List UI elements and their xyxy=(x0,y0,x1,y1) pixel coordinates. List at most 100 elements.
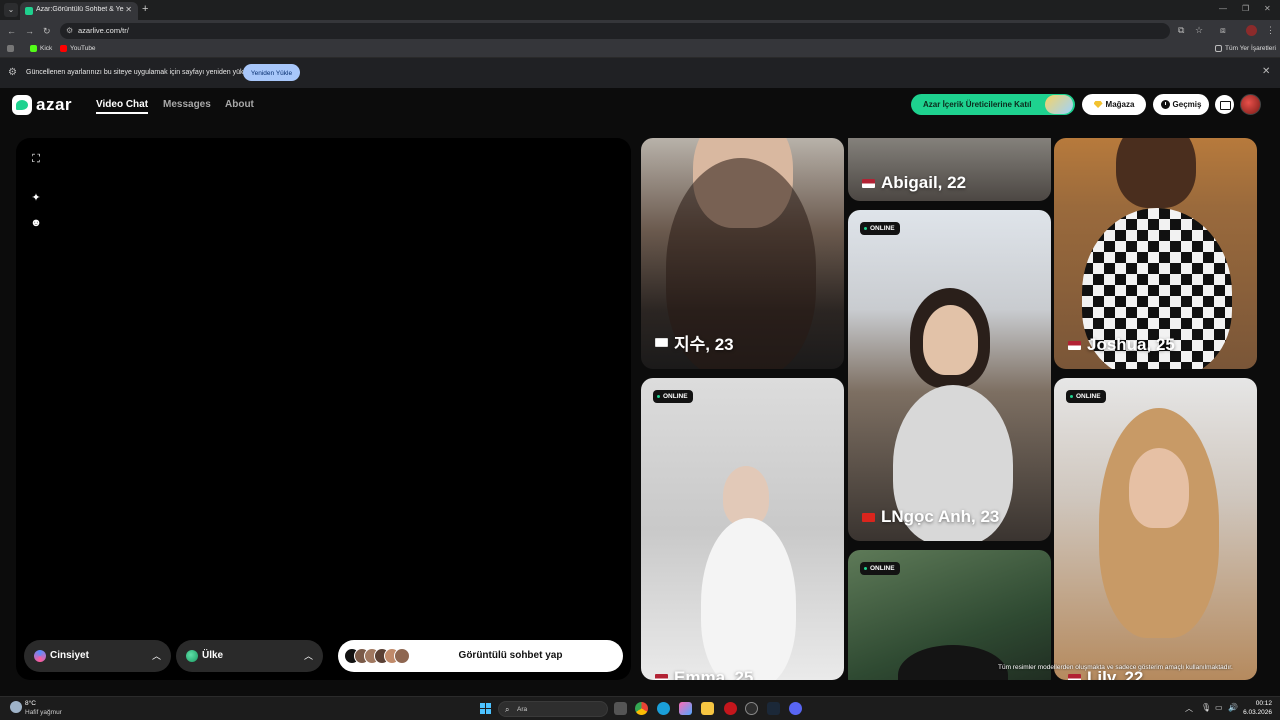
apps-grid-icon[interactable] xyxy=(7,45,14,52)
copilot-icon[interactable] xyxy=(679,702,692,715)
profile-gallery: 지수, 23 ONLINE Emma, 25 Abigail, 22 ONLIN… xyxy=(641,138,1257,680)
file-explorer-icon[interactable] xyxy=(701,702,714,715)
profile-card[interactable]: ONLINE xyxy=(848,550,1051,680)
microphone-icon[interactable]: 🎙 xyxy=(1201,703,1211,712)
bookmark-youtube[interactable]: YouTube xyxy=(60,45,96,52)
online-badge: ONLINE xyxy=(1066,390,1106,403)
site-header: azar Video Chat Messages About Azar İçer… xyxy=(0,88,1280,122)
creator-badge-icon xyxy=(1045,95,1073,114)
gender-filter-dropdown[interactable]: Cinsiyet ︿ xyxy=(24,640,171,672)
profile-card[interactable]: 지수, 23 xyxy=(641,138,844,369)
all-bookmarks[interactable]: Tüm Yer İşaretleri xyxy=(1215,45,1276,52)
extensions-icon[interactable]: ⧈ xyxy=(1220,25,1226,36)
vietnam-flag-icon xyxy=(862,512,875,522)
url-text[interactable]: azarlive.com/tr/ xyxy=(78,26,129,35)
gender-icon xyxy=(34,650,46,662)
folder-icon xyxy=(1215,45,1222,52)
face-filter-icon[interactable]: ☻ xyxy=(30,217,42,229)
history-button[interactable]: Geçmiş xyxy=(1153,94,1209,115)
install-app-icon[interactable]: ⧉ xyxy=(1178,25,1184,36)
kick-icon xyxy=(30,45,37,52)
magic-wand-icon[interactable]: ✦ xyxy=(30,192,42,204)
maximize-icon[interactable]: ❐ xyxy=(1242,4,1249,13)
bookmark-kick[interactable]: Kick xyxy=(30,45,52,52)
windows-start-icon[interactable] xyxy=(480,703,491,714)
korea-flag-icon xyxy=(655,338,668,347)
weather-temp[interactable]: 8°C xyxy=(25,700,36,707)
chevron-up-icon: ︿ xyxy=(303,651,313,661)
globe-icon xyxy=(186,650,198,662)
us-flag-icon xyxy=(655,673,668,680)
tray-chevron-icon[interactable]: ︿ xyxy=(1185,703,1193,714)
forward-icon[interactable]: → xyxy=(25,25,34,37)
volume-icon[interactable]: 🔊 xyxy=(1228,703,1238,712)
nav-video-chat[interactable]: Video Chat xyxy=(96,99,149,114)
settings-gear-icon: ⚙ xyxy=(8,67,17,78)
browser-profile-avatar[interactable] xyxy=(1246,25,1257,36)
tab-close-icon[interactable]: ✕ xyxy=(125,5,132,14)
minimize-icon[interactable]: — xyxy=(1219,4,1227,13)
us-flag-icon xyxy=(1068,340,1081,350)
profile-name: 지수, 23 xyxy=(655,330,734,355)
bookmarks-bar: Kick YouTube Tüm Yer İşaretleri xyxy=(0,42,1280,58)
browser-tab-bar: ⌄ Azar:Görüntülü Sohbet & Yeni ✕ + — ❐ ✕ xyxy=(0,0,1280,20)
steam-icon[interactable] xyxy=(767,702,780,715)
obs-icon[interactable] xyxy=(745,702,758,715)
start-video-chat-button[interactable]: Görüntülü sohbet yap xyxy=(338,640,623,672)
taskbar-date[interactable]: 6.03.2026 xyxy=(1238,709,1272,716)
new-tab-icon[interactable]: + xyxy=(142,3,148,15)
window-close-icon[interactable]: ✕ xyxy=(1264,4,1271,13)
app-icon[interactable] xyxy=(724,702,737,715)
task-view-icon[interactable] xyxy=(614,702,627,715)
azar-logo-icon xyxy=(12,95,32,115)
country-filter-dropdown[interactable]: Ülke ︿ xyxy=(176,640,323,672)
bookmark-star-icon[interactable]: ☆ xyxy=(1195,25,1203,36)
network-icon[interactable]: ▭ xyxy=(1215,703,1223,712)
tab-search-icon[interactable]: ⌄ xyxy=(4,3,18,17)
profile-card[interactable]: ONLINE LNgọc Anh, 23 xyxy=(848,210,1051,541)
edge-icon[interactable] xyxy=(657,702,670,715)
us-flag-icon xyxy=(1068,673,1081,680)
chrome-icon[interactable] xyxy=(635,702,648,715)
weather-icon[interactable] xyxy=(10,701,22,713)
nav-about[interactable]: About xyxy=(225,99,254,110)
taskbar-time[interactable]: 00:12 xyxy=(1242,700,1272,707)
reload-icon[interactable]: ↻ xyxy=(43,25,51,37)
profile-card[interactable]: Abigail, 22 xyxy=(848,138,1051,201)
profile-card[interactable]: ONLINE Lily, 22 xyxy=(1054,378,1257,680)
tab-title: Azar:Görüntülü Sohbet & Yeni xyxy=(36,6,124,13)
azar-logo[interactable]: azar xyxy=(12,95,72,115)
discord-icon[interactable] xyxy=(789,702,802,715)
infobar-close-icon[interactable]: ✕ xyxy=(1262,66,1270,77)
reload-page-button[interactable]: Yeniden Yükle xyxy=(243,64,300,81)
profile-name: Joshua, 25 xyxy=(1068,335,1175,355)
clock-icon xyxy=(1160,100,1170,109)
user-avatar[interactable] xyxy=(1240,94,1261,115)
search-icon: ⌕ xyxy=(505,705,510,714)
weather-desc[interactable]: Hafif yağmur xyxy=(25,709,62,716)
address-bar[interactable]: ⚙ azarlive.com/tr/ xyxy=(60,23,1170,39)
shop-button[interactable]: Mağaza xyxy=(1082,94,1146,115)
us-flag-icon xyxy=(862,178,875,188)
profile-name: Abigail, 22 xyxy=(862,173,966,193)
profile-card[interactable]: ONLINE Emma, 25 xyxy=(641,378,844,680)
profile-card[interactable]: Joshua, 25 xyxy=(1054,138,1257,369)
back-icon[interactable]: ← xyxy=(7,25,16,37)
browser-menu-icon[interactable]: ⋮ xyxy=(1266,25,1275,36)
taskbar-search[interactable]: ⌕ Ara xyxy=(498,701,608,717)
browser-tab[interactable]: Azar:Görüntülü Sohbet & Yeni ✕ xyxy=(20,2,138,20)
infobar-message: Güncellenen ayarlarınızı bu siteye uygul… xyxy=(26,69,258,76)
tab-favicon-icon xyxy=(25,7,33,15)
windows-taskbar: 8°C Hafif yağmur ⌕ Ara ︿ 🎙 ▭ 🔊 00:12 6.0… xyxy=(0,696,1280,720)
chevron-up-icon: ︿ xyxy=(151,651,161,661)
browser-toolbar: ← → ↻ ⚙ azarlive.com/tr/ ⧉ ☆ ⧈ ⋮ xyxy=(0,20,1280,42)
online-badge: ONLINE xyxy=(860,222,900,235)
expand-icon[interactable]: ⛶ xyxy=(30,153,42,165)
inbox-icon[interactable] xyxy=(1215,95,1234,114)
youtube-icon xyxy=(60,45,67,52)
online-badge: ONLINE xyxy=(653,390,693,403)
online-badge: ONLINE xyxy=(860,562,900,575)
video-preview-panel: ⛶ ✦ ☻ Cinsiyet ︿ Ülke ︿ Görüntülü sohbet… xyxy=(16,138,631,680)
nav-messages[interactable]: Messages xyxy=(163,99,211,110)
site-info-icon[interactable]: ⚙ xyxy=(66,26,76,36)
